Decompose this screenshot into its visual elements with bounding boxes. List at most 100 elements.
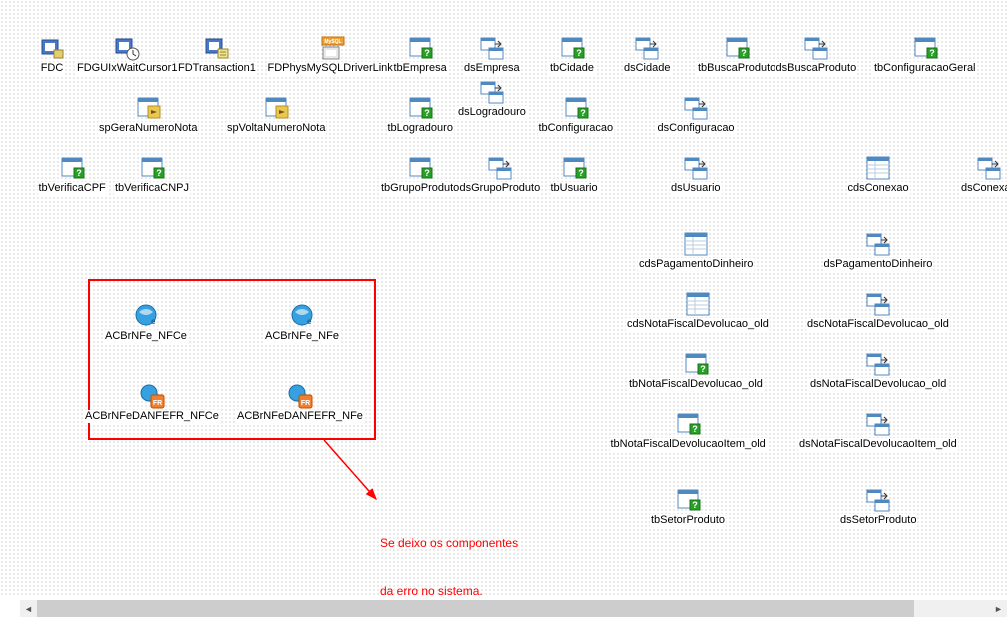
component-acbr-nfce[interactable]: eACBrNFe_NFCe	[104, 302, 188, 343]
component-label: tbGrupoProduto	[380, 182, 460, 195]
component-dsgrupoprod[interactable]: dsGrupoProduto	[459, 154, 542, 195]
table-icon: ?	[723, 34, 751, 62]
component-tbverifcpf[interactable]: ? tbVerificaCPF	[38, 154, 107, 195]
component-dsbusca[interactable]: dsBuscaProduto	[775, 34, 858, 75]
connection-icon	[38, 34, 66, 62]
component-dscnfdev[interactable]: dscNotaFiscalDevolucao_old	[806, 290, 950, 331]
scroll-right-button[interactable]: ►	[990, 600, 1007, 617]
component-label: tbNotaFiscalDevolucao_old	[628, 378, 764, 391]
datasource-icon	[478, 34, 506, 62]
component-cdspagdinh[interactable]: cdsPagamentoDinheiro	[638, 230, 754, 271]
component-label: dsGrupoProduto	[459, 182, 542, 195]
component-dsnfdevitem[interactable]: dsNotaFiscalDevolucaoItem_old	[798, 410, 958, 451]
acbr-nfe-icon: e	[288, 302, 316, 330]
component-dsempresa[interactable]: dsEmpresa	[463, 34, 521, 75]
component-label: tbBuscaProduto	[697, 62, 777, 75]
component-label: tbConfiguracao	[538, 122, 615, 135]
table-icon: ?	[562, 94, 590, 122]
component-tbverifcnpj[interactable]: ?tbVerificaCNPJ	[114, 154, 190, 195]
clientdataset-icon	[864, 154, 892, 182]
table-icon: ?	[682, 350, 710, 378]
table-icon: ?	[558, 34, 586, 62]
component-dscidade[interactable]: dsCidade	[623, 34, 671, 75]
transaction-icon	[203, 34, 231, 62]
component-spgera[interactable]: spGeraNumeroNota	[98, 94, 198, 135]
component-fdgu-wait[interactable]: FDGUIxWaitCursor1	[76, 34, 178, 75]
component-tbusuario[interactable]: ?tbUsuario	[550, 154, 599, 195]
component-cdsnfdev[interactable]: cdsNotaFiscalDevolucao_old	[626, 290, 770, 331]
table-icon: ?	[911, 34, 939, 62]
component-label: dsEmpresa	[463, 62, 521, 75]
scroll-track[interactable]	[37, 600, 990, 617]
component-label: dsLogradouro	[457, 106, 527, 119]
svg-text:MySQL: MySQL	[325, 39, 342, 45]
datasource-icon	[478, 78, 506, 106]
svg-text:?: ?	[929, 48, 935, 58]
component-tblogradouro[interactable]: ?tbLogradouro	[387, 94, 454, 135]
datasource-icon	[802, 34, 830, 62]
datasource-icon	[864, 290, 892, 318]
svg-text:?: ?	[576, 48, 582, 58]
svg-text:?: ?	[76, 168, 82, 178]
svg-text:?: ?	[580, 108, 586, 118]
component-cdsconexao[interactable]: cdsConexao	[847, 154, 910, 195]
component-tbconfig[interactable]: ? tbConfiguracao	[538, 94, 615, 135]
component-label: ACBrNFe_NFe	[264, 330, 340, 343]
component-tbempresa[interactable]: ? tbEmpresa	[393, 34, 448, 75]
component-dslogradouro[interactable]: dsLogradouro	[457, 78, 527, 119]
datasource-icon	[864, 230, 892, 258]
component-label: dsConfiguracao	[657, 122, 736, 135]
datasource-icon	[682, 94, 710, 122]
component-dspagdinh[interactable]: dsPagamentoDinheiro	[823, 230, 934, 271]
storedproc-icon	[262, 94, 290, 122]
svg-text:e: e	[307, 317, 312, 326]
component-label: dsConexao	[960, 182, 1007, 195]
component-label: tbCidade	[549, 62, 595, 75]
component-acbr-nfe[interactable]: e ACBrNFe_NFe	[264, 302, 340, 343]
table-icon: ?	[138, 154, 166, 182]
scroll-left-button[interactable]: ◄	[20, 600, 37, 617]
svg-text:FR: FR	[153, 400, 162, 407]
component-dsconexao[interactable]: dsConexao	[960, 154, 1007, 195]
acbr-danfe-icon: eFR	[138, 382, 166, 410]
component-label: tbVerificaCPF	[38, 182, 107, 195]
table-icon: ?	[674, 410, 702, 438]
component-spvolta[interactable]: spVoltaNumeroNota	[226, 94, 326, 135]
component-dsusuario[interactable]: dsUsuario	[670, 154, 722, 195]
component-dssetorprod[interactable]: dsSetorProduto	[839, 486, 917, 527]
horizontal-scrollbar[interactable]: ◄ ►	[20, 600, 1007, 617]
component-tbsetorprod[interactable]: ?tbSetorProduto	[650, 486, 726, 527]
acbr-nfe-icon: e	[132, 302, 160, 330]
svg-text:?: ?	[700, 364, 706, 374]
component-label: ACBrNFeDANFEFR_NFCe	[84, 410, 220, 423]
component-label: FDPhysMySQLDriverLink1	[267, 62, 400, 75]
table-icon: ?	[406, 154, 434, 182]
component-fdc[interactable]: FDC	[38, 34, 66, 75]
component-tbbusca[interactable]: ?tbBuscaProduto	[697, 34, 777, 75]
component-label: dsUsuario	[670, 182, 722, 195]
table-icon: ?	[406, 94, 434, 122]
component-tbcidade[interactable]: ? tbCidade	[549, 34, 595, 75]
scroll-thumb[interactable]	[37, 600, 914, 617]
component-label: tbLogradouro	[387, 122, 454, 135]
component-tbconfgeral[interactable]: ?tbConfiguracaoGeral	[873, 34, 977, 75]
component-fdphys[interactable]: MySQL FDPhysMySQLDriverLink1	[267, 34, 400, 75]
component-label: dsPagamentoDinheiro	[823, 258, 934, 271]
component-acbr-danfe-nfce[interactable]: eFRACBrNFeDANFEFR_NFCe	[84, 382, 220, 423]
component-label: cdsNotaFiscalDevolucao_old	[626, 318, 770, 331]
datasource-icon	[682, 154, 710, 182]
storedproc-icon	[134, 94, 162, 122]
component-tbgrupoprod[interactable]: ?tbGrupoProduto	[380, 154, 460, 195]
component-label: tbEmpresa	[393, 62, 448, 75]
component-tbnfdevitem[interactable]: ?tbNotaFiscalDevolucaoItem_old	[610, 410, 767, 451]
component-dsnfdev[interactable]: dsNotaFiscalDevolucao_old	[809, 350, 947, 391]
datasource-icon	[486, 154, 514, 182]
component-dsconfig[interactable]: dsConfiguracao	[657, 94, 736, 135]
svg-text:?: ?	[424, 48, 430, 58]
datasource-icon	[864, 410, 892, 438]
component-tbnfdev[interactable]: ? tbNotaFiscalDevolucao_old	[628, 350, 764, 391]
component-acbr-danfe-nfe[interactable]: eFRACBrNFeDANFEFR_NFe	[236, 382, 364, 423]
svg-text:?: ?	[156, 168, 162, 178]
component-label: FDGUIxWaitCursor1	[76, 62, 178, 75]
component-fdtrans[interactable]: FDTransaction1	[177, 34, 257, 75]
